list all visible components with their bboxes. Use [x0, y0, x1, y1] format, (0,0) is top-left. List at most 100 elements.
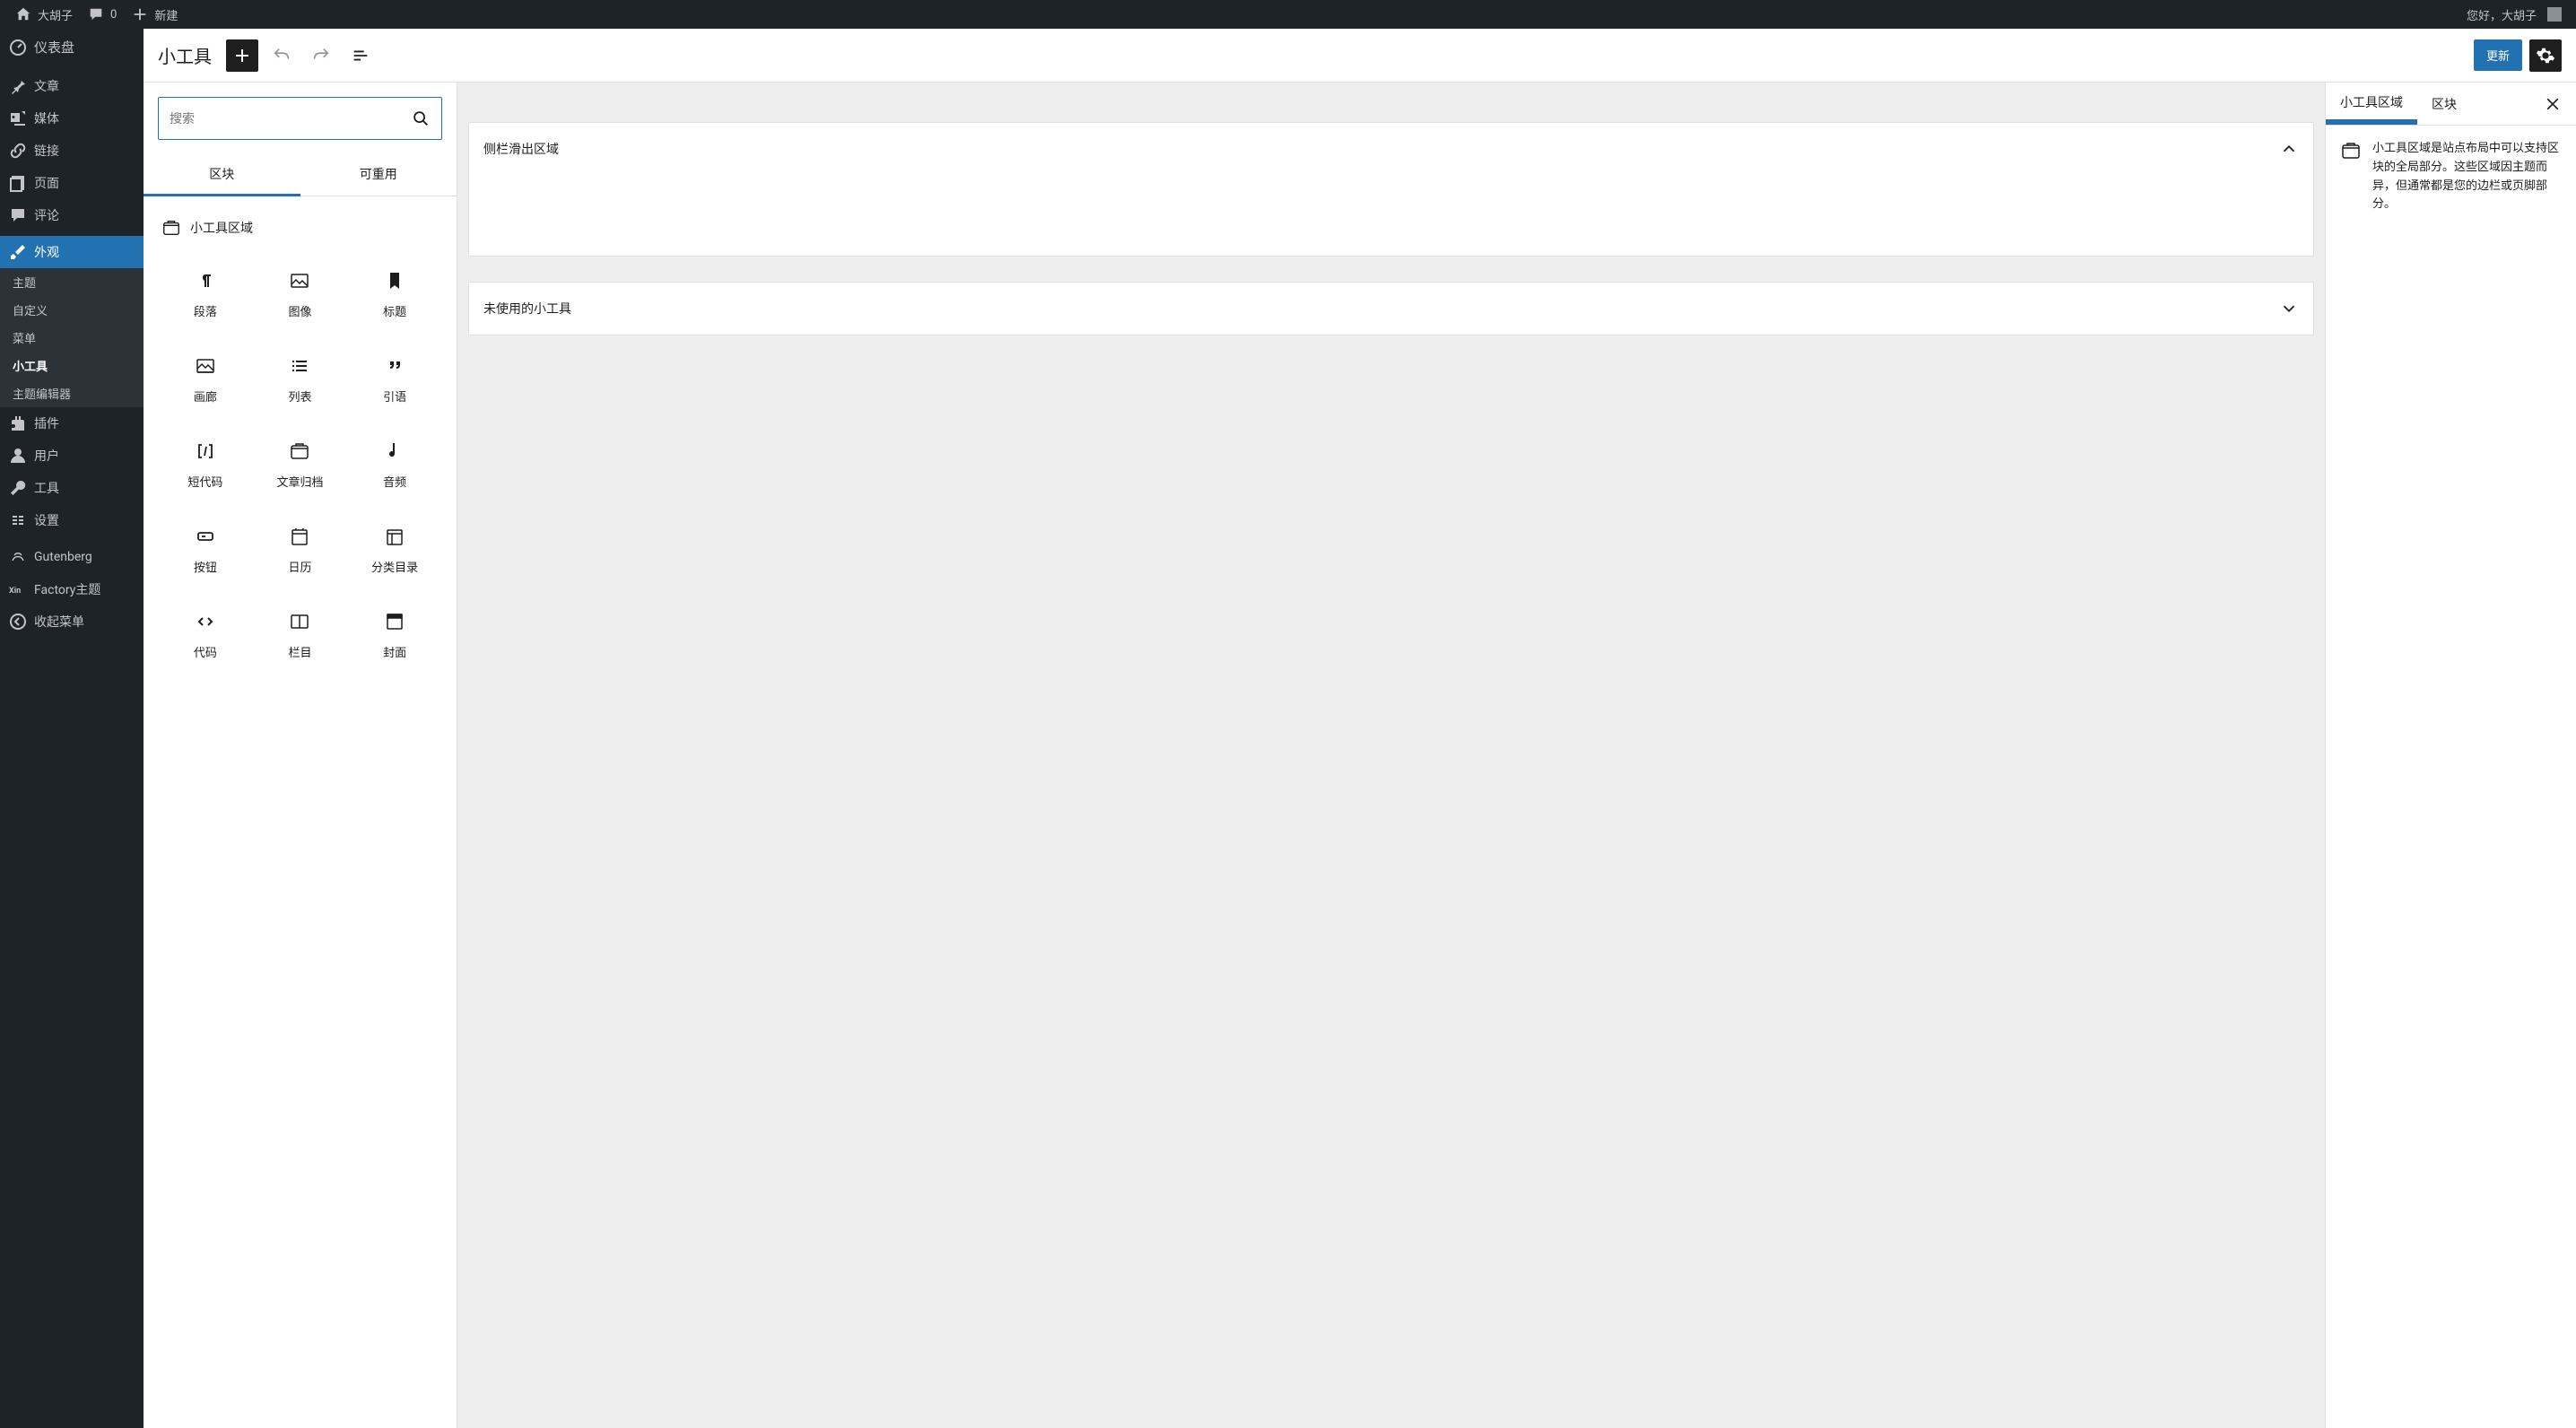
widget-area-icon: [161, 218, 181, 238]
archive-icon: [289, 440, 310, 462]
calendar-icon: [289, 526, 310, 547]
block-item-categories[interactable]: 分类目录: [347, 508, 442, 593]
block-item-image[interactable]: 图像: [253, 252, 348, 337]
search-input[interactable]: [170, 111, 411, 126]
wrench-icon: [9, 479, 27, 497]
main-content: 小工具 更新: [144, 29, 2576, 1428]
adminbar-comments[interactable]: 0: [80, 0, 124, 29]
block-item-columns[interactable]: 栏目: [253, 593, 348, 678]
submenu-item[interactable]: 主题: [0, 268, 144, 296]
sidebar-item-wrench[interactable]: 工具: [0, 472, 144, 504]
sidebar-item-page[interactable]: 页面: [0, 167, 144, 199]
block-item-shortcode[interactable]: 短代码: [158, 422, 253, 508]
block-item-quote[interactable]: 引语: [347, 337, 442, 422]
plus-icon: [131, 5, 149, 23]
home-icon: [14, 5, 32, 23]
submenu-item[interactable]: 主题编辑器: [0, 379, 144, 407]
block-item-audio[interactable]: 音频: [347, 422, 442, 508]
button-icon: [195, 526, 216, 547]
svg-text:Xin: Xin: [9, 587, 21, 596]
pin-icon: [9, 77, 27, 95]
category-header: 小工具区域: [158, 211, 442, 252]
sidebar-item-dashboard[interactable]: 仪表盘: [0, 29, 144, 65]
sidebar-item-pin[interactable]: 文章: [0, 70, 144, 102]
block-item-calendar[interactable]: 日历: [253, 508, 348, 593]
submenu-item[interactable]: 菜单: [0, 324, 144, 352]
sidebar-item-media[interactable]: 媒体: [0, 102, 144, 135]
image-icon: [289, 270, 310, 292]
gutenberg-icon: [9, 548, 27, 566]
block-item-archive[interactable]: 文章归档: [253, 422, 348, 508]
widget-area-sidebar: 侧栏滑出区域: [468, 122, 2314, 257]
sidebar-item-collapse[interactable]: 收起菜单: [0, 605, 144, 638]
widget-area-header[interactable]: 未使用的小工具: [469, 283, 2313, 335]
adminbar-comments-count: 0: [110, 8, 117, 22]
redo-button[interactable]: [305, 39, 337, 72]
sidebar-item-settings[interactable]: 设置: [0, 504, 144, 536]
user-icon: [9, 447, 27, 465]
comment-icon: [87, 5, 105, 23]
collapse-icon: [9, 613, 27, 631]
shortcode-icon: [195, 440, 216, 462]
adminbar-new[interactable]: 新建: [124, 0, 185, 29]
update-button[interactable]: 更新: [2474, 39, 2522, 71]
sidebar-item-gutenberg[interactable]: Gutenberg: [0, 541, 144, 573]
adminbar-site-name: 大胡子: [38, 6, 73, 23]
avatar: [2547, 7, 2562, 22]
categories-icon: [384, 526, 405, 547]
gallery-icon: [195, 355, 216, 377]
settings-toggle-button[interactable]: [2529, 39, 2562, 72]
audio-icon: [384, 440, 405, 462]
paragraph-icon: [195, 270, 216, 292]
sidebar-item-factory[interactable]: XinFactory主题: [0, 573, 144, 605]
search-input-wrapper[interactable]: [158, 97, 442, 140]
block-item-gallery[interactable]: 画廊: [158, 337, 253, 422]
page-title: 小工具: [158, 42, 212, 68]
close-settings-button[interactable]: [2529, 95, 2576, 113]
settings-icon: [9, 511, 27, 529]
quote-icon: [384, 355, 405, 377]
admin-bar: 大胡子 0 新建 您好，大胡子: [0, 0, 2576, 29]
tab-block[interactable]: 区块: [2417, 83, 2471, 125]
block-item-cover[interactable]: 封面: [347, 593, 442, 678]
sidebar-item-comment[interactable]: 评论: [0, 199, 144, 231]
sidebar-item-user[interactable]: 用户: [0, 440, 144, 472]
tab-reusable[interactable]: 可重用: [300, 154, 457, 196]
block-inserter-panel: 区块 可重用 小工具区域 段落图像标题画廊列表引语短代码文章归档音频按钮日历分类…: [144, 83, 457, 1428]
chevron-up-icon: [2279, 139, 2299, 159]
bookmark-icon: [384, 270, 405, 292]
sidebar-item-link[interactable]: 链接: [0, 135, 144, 167]
list-icon: [289, 355, 310, 377]
columns-icon: [289, 611, 310, 632]
block-item-code[interactable]: 代码: [158, 593, 253, 678]
tab-widget-areas[interactable]: 小工具区域: [2326, 83, 2417, 125]
comment-icon: [9, 206, 27, 224]
block-item-button[interactable]: 按钮: [158, 508, 253, 593]
list-view-button[interactable]: [344, 39, 377, 72]
admin-sidebar: 仪表盘文章媒体链接页面评论外观主题自定义菜单小工具主题编辑器插件用户工具设置 Gu…: [0, 29, 144, 1428]
widget-area-body[interactable]: [469, 175, 2313, 256]
settings-panel: 小工具区域 区块 小工具区域是站点布局中可以支持区块的全局部分。这些区域因主题而…: [2325, 83, 2576, 1428]
cover-icon: [384, 611, 405, 632]
undo-button[interactable]: [265, 39, 298, 72]
adminbar-greeting[interactable]: 您好，大胡子: [2459, 0, 2569, 29]
adminbar-new-label: 新建: [154, 6, 178, 23]
category-label: 小工具区域: [190, 219, 253, 237]
widget-area-unused: 未使用的小工具: [468, 282, 2314, 335]
adminbar-site[interactable]: 大胡子: [7, 0, 80, 29]
widget-area-header[interactable]: 侧栏滑出区域: [469, 123, 2313, 175]
submenu-item[interactable]: 自定义: [0, 296, 144, 324]
tab-blocks[interactable]: 区块: [144, 154, 300, 196]
inserter-toggle-button[interactable]: [226, 39, 258, 72]
block-item-bookmark[interactable]: 标题: [347, 252, 442, 337]
block-item-paragraph[interactable]: 段落: [158, 252, 253, 337]
sidebar-item-plugin[interactable]: 插件: [0, 407, 144, 440]
factory-icon: Xin: [9, 580, 27, 598]
submenu-item[interactable]: 小工具: [0, 352, 144, 379]
code-icon: [195, 611, 216, 632]
block-item-list[interactable]: 列表: [253, 337, 348, 422]
media-icon: [9, 109, 27, 127]
editor-header: 小工具 更新: [144, 29, 2576, 83]
dashboard-icon: [9, 39, 27, 57]
sidebar-item-brush[interactable]: 外观: [0, 236, 144, 268]
